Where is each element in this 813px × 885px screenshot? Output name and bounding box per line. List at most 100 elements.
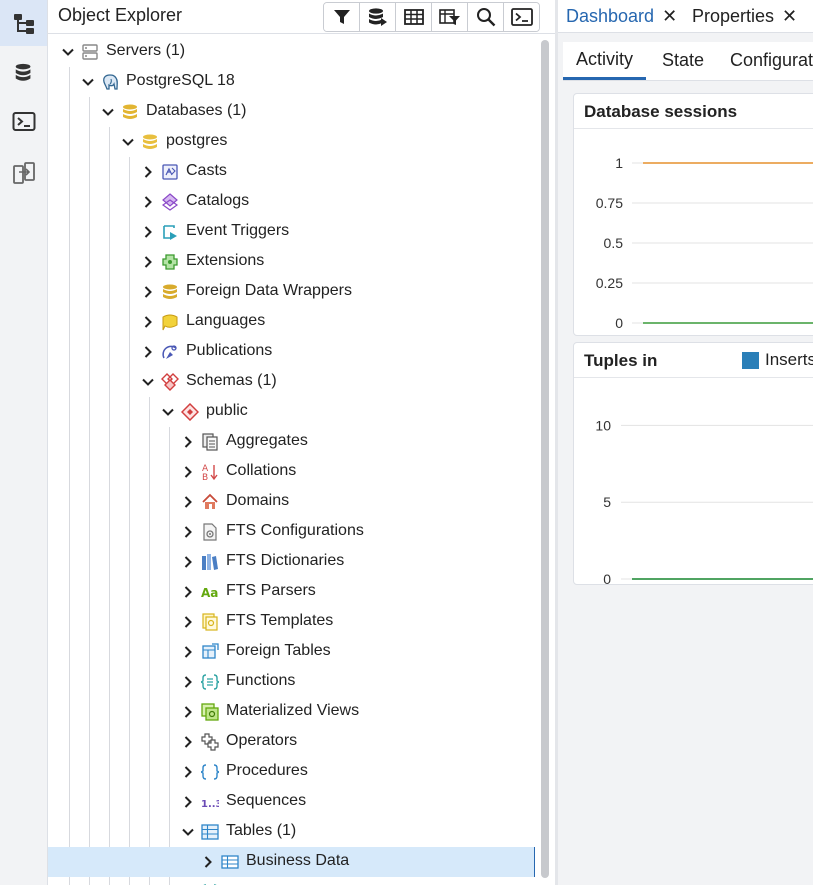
search-button[interactable] [468, 3, 504, 31]
filtered-rows-button[interactable] [432, 3, 468, 31]
chevron-right-icon[interactable] [140, 224, 156, 240]
close-icon[interactable]: ✕ [782, 6, 797, 27]
schema-diff-rail-button[interactable] [0, 150, 47, 196]
tree-node-foreign-tables[interactable]: Foreign Tables [48, 637, 534, 667]
tree-node-materialized-views[interactable]: Materialized Views [48, 697, 534, 727]
tree-node-databases-1[interactable]: Databases (1) [48, 97, 534, 127]
fts-dictionaries-icon [201, 553, 219, 571]
functions-icon [201, 673, 219, 691]
database-icon [141, 133, 159, 151]
tree-node-sequences[interactable]: 1..3 Sequences [48, 787, 534, 817]
tree-node-procedures[interactable]: Procedures [48, 757, 534, 787]
tree-node-event-triggers[interactable]: Event Triggers [48, 217, 534, 247]
chevron-right-icon[interactable] [200, 854, 216, 870]
tree-node-label: FTS Dictionaries [226, 552, 345, 569]
tree-node-functions[interactable]: Functions [48, 667, 534, 697]
tree-node-fts-templates[interactable]: FTS Templates [48, 607, 534, 637]
y-tick-label: 5 [603, 494, 611, 510]
chevron-right-icon[interactable] [180, 704, 196, 720]
tree-node-collations[interactable]: A B Collations [48, 457, 534, 487]
chevron-down-icon[interactable] [140, 374, 156, 390]
object-explorer-rail-button[interactable] [0, 0, 47, 46]
chevron-right-icon[interactable] [140, 194, 156, 210]
schemas-icon [161, 373, 179, 391]
tree-node-fts-configurations[interactable]: FTS Configurations [48, 517, 534, 547]
tab-properties-label: Properties [692, 5, 775, 26]
catalogs-icon [161, 193, 179, 211]
psql-tool-rail-button[interactable] [0, 99, 47, 145]
chevron-down-icon[interactable] [100, 104, 116, 120]
tree-node-casts[interactable]: Casts [48, 157, 534, 187]
tree-node-label: public [206, 402, 248, 419]
chevron-right-icon[interactable] [180, 524, 196, 540]
tree-node-languages[interactable]: Languages [48, 307, 534, 337]
tree-node-partial[interactable] [48, 877, 534, 885]
tree-node-label: FTS Parsers [226, 582, 316, 599]
chevron-down-icon[interactable] [80, 74, 96, 90]
foreign-tables-icon [201, 643, 219, 661]
chevron-right-icon[interactable] [180, 614, 196, 630]
psql-button[interactable] [504, 3, 539, 31]
tree-scrollbar-thumb[interactable] [541, 40, 549, 878]
chevron-right-icon[interactable] [180, 794, 196, 810]
aggregates-icon [201, 433, 219, 451]
chevron-right-icon[interactable] [180, 464, 196, 480]
tree-node-foreign-data-wrappers[interactable]: Foreign Data Wrappers [48, 277, 534, 307]
tree-node-schemas-1[interactable]: Schemas (1) [48, 367, 534, 397]
tree-node-extensions[interactable]: Extensions [48, 247, 534, 277]
close-icon[interactable]: ✕ [662, 6, 677, 27]
table-button[interactable] [396, 3, 432, 31]
subtab-state[interactable]: State [662, 42, 704, 79]
filter-button[interactable] [324, 3, 360, 31]
chevron-right-icon[interactable] [180, 764, 196, 780]
chevron-right-icon[interactable] [140, 164, 156, 180]
chevron-right-icon[interactable] [180, 644, 196, 660]
view-data-button[interactable] [360, 3, 396, 31]
chevron-right-icon[interactable] [180, 554, 196, 570]
chevron-right-icon[interactable] [140, 284, 156, 300]
schema-icon [181, 403, 199, 421]
tree-node-catalogs[interactable]: Catalogs [48, 187, 534, 217]
tab-properties[interactable]: Properties ✕ [692, 0, 797, 32]
chevron-right-icon[interactable] [140, 314, 156, 330]
object-tree: Servers (1) PostgreSQL 18 Databases (1) pos… [48, 37, 538, 885]
tree-node-public[interactable]: public [48, 397, 534, 427]
chevron-right-icon[interactable] [180, 494, 196, 510]
chevron-down-icon[interactable] [160, 404, 176, 420]
tree-node-business-data[interactable]: Business Data [48, 847, 537, 877]
tree-node-postgresql-18[interactable]: PostgreSQL 18 [48, 67, 534, 97]
tree-node-domains[interactable]: Domains [48, 487, 534, 517]
chevron-down-icon[interactable] [60, 44, 76, 60]
tree-node-fts-parsers[interactable]: Aa FTS Parsers [48, 577, 534, 607]
table-icon [221, 853, 239, 871]
subtab-activity[interactable]: Activity [563, 42, 647, 80]
domains-icon [201, 493, 219, 511]
tree-node-publications[interactable]: Publications [48, 337, 534, 367]
databases-icon [121, 103, 139, 121]
chevron-right-icon[interactable] [140, 254, 156, 270]
tree-node-fts-dictionaries[interactable]: FTS Dictionaries [48, 547, 534, 577]
chevron-right-icon[interactable] [180, 734, 196, 750]
chevron-down-icon[interactable] [180, 824, 196, 840]
chevron-down-icon[interactable] [120, 134, 136, 150]
chevron-right-icon[interactable] [180, 584, 196, 600]
chevron-right-icon[interactable] [180, 434, 196, 450]
y-tick-label: 10 [595, 417, 611, 433]
tree-node-postgres[interactable]: postgres [48, 127, 534, 157]
chevron-right-icon[interactable] [140, 344, 156, 360]
tuples-in-chart: 10 5 0 [595, 417, 813, 584]
tree-node-label: Casts [186, 162, 227, 179]
main-tabs: Dashboard ✕ Properties ✕ [558, 0, 813, 33]
tree-node-aggregates[interactable]: Aggregates [48, 427, 534, 457]
tree-node-label: Extensions [186, 252, 265, 269]
tab-dashboard[interactable]: Dashboard ✕ [566, 0, 677, 32]
chart-title: Database sessions [584, 102, 738, 121]
tree-node-operators[interactable]: Operators [48, 727, 534, 757]
chevron-right-icon[interactable] [180, 674, 196, 690]
left-rail [0, 0, 48, 885]
tree-node-servers-1[interactable]: Servers (1) [48, 37, 534, 67]
subtab-configuration[interactable]: Configurat [730, 42, 813, 79]
dashboard-subtabs: Activity State Configurat [563, 42, 813, 81]
tree-node-tables-1[interactable]: Tables (1) [48, 817, 534, 847]
query-tool-rail-button[interactable] [0, 50, 47, 96]
